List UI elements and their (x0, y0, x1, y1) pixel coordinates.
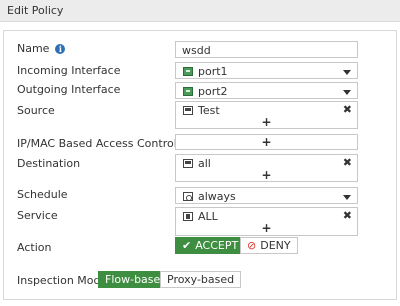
name-input-value: wsdd (182, 44, 211, 57)
outgoing-interface-value: port2 (198, 85, 228, 98)
dialog-title: Edit Policy (7, 4, 64, 17)
ip-mac-add-button[interactable]: + (176, 135, 357, 149)
outgoing-interface-select[interactable]: port2 (175, 82, 358, 99)
address-icon (183, 159, 193, 168)
info-icon[interactable]: i (55, 44, 66, 54)
destination-field[interactable]: all ✖ + (175, 154, 358, 182)
source-label: Source (17, 104, 55, 117)
chevron-down-icon (343, 90, 351, 95)
deny-icon: ⊘ (247, 239, 257, 252)
deny-button[interactable]: ⊘ DENY (240, 237, 298, 254)
schedule-select[interactable]: always (175, 187, 358, 204)
service-label: Service (17, 209, 58, 222)
dialog-titlebar: Edit Policy (0, 0, 400, 22)
ip-mac-field[interactable]: + (175, 134, 358, 150)
source-add-button[interactable]: + (176, 115, 357, 129)
schedule-label: Schedule (17, 188, 68, 201)
ip-mac-label: IP/MAC Based Access Controli (17, 137, 193, 150)
service-field[interactable]: ALL ✖ + (175, 207, 358, 236)
proxy-based-button[interactable]: Proxy-based (160, 271, 242, 288)
schedule-icon (183, 192, 193, 201)
incoming-interface-label: Incoming Interface (17, 64, 121, 77)
name-input[interactable]: wsdd (175, 41, 358, 58)
name-label: Name i (17, 42, 66, 55)
incoming-interface-select[interactable]: port1 (175, 62, 358, 79)
inspection-mode-label: Inspection Mode (17, 274, 108, 287)
port-icon (183, 67, 193, 76)
chevron-down-icon (343, 70, 351, 75)
action-label: Action (17, 241, 52, 254)
accept-button[interactable]: ✔ ACCEPT (175, 237, 246, 254)
service-add-button[interactable]: + (176, 221, 357, 235)
destination-add-button[interactable]: + (176, 168, 357, 182)
deny-button-label: DENY (260, 239, 291, 252)
address-icon (183, 106, 193, 115)
incoming-interface-value: port1 (198, 65, 228, 78)
source-field[interactable]: Test ✖ + (175, 101, 358, 129)
policy-form-panel: Name i wsdd Incoming Interface port1 Outg… (3, 30, 397, 300)
ip-mac-label-text: IP/MAC Based Access Control (17, 137, 177, 150)
accept-button-label: ACCEPT (195, 239, 239, 252)
chevron-down-icon (343, 195, 351, 200)
name-label-text: Name (17, 42, 50, 55)
schedule-value: always (198, 190, 236, 203)
outgoing-interface-label: Outgoing Interface (17, 83, 121, 96)
port-icon (183, 87, 193, 96)
check-icon: ✔ (182, 239, 192, 252)
service-icon (183, 212, 193, 221)
destination-label: Destination (17, 157, 81, 170)
